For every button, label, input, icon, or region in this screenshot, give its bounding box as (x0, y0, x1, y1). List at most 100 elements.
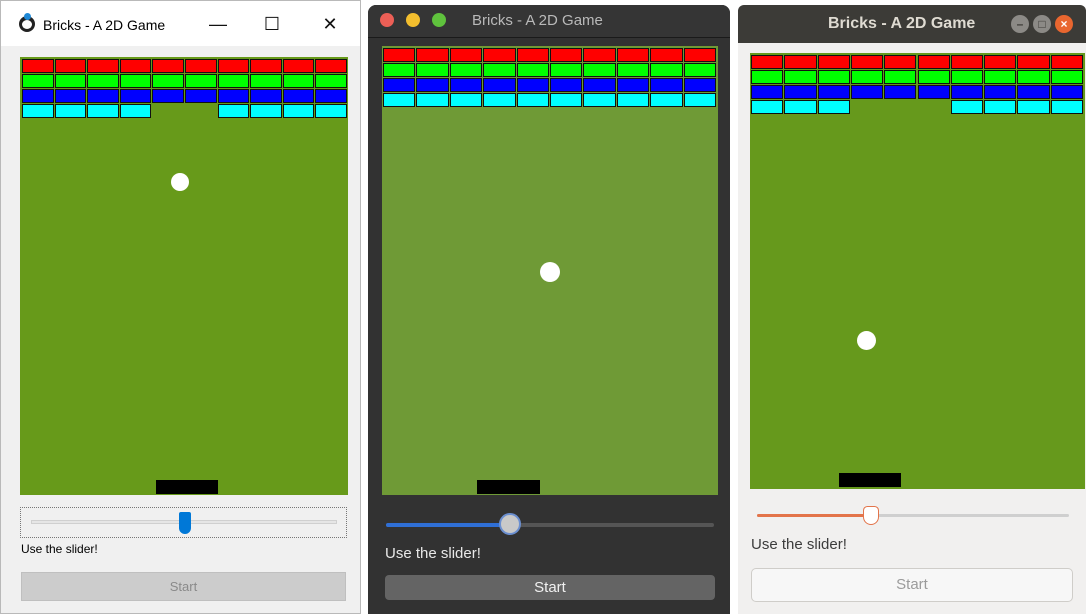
brick-green (250, 74, 282, 88)
brick-cyan (1050, 100, 1083, 114)
brick-red (119, 59, 152, 73)
game-field (382, 46, 718, 495)
start-button[interactable]: Start (751, 568, 1073, 602)
window-title: Bricks - A 2D Game (472, 12, 603, 29)
brick-blue (751, 85, 784, 99)
ball (540, 262, 560, 282)
brick-cyan (650, 93, 683, 107)
brick-green (315, 74, 347, 88)
close-button[interactable] (380, 13, 394, 27)
brick-blue (217, 89, 250, 103)
brick-cyan (950, 100, 984, 114)
brick-green (616, 63, 650, 77)
brick-green (817, 70, 850, 84)
brick-blue (250, 89, 282, 103)
brick-green (22, 74, 54, 88)
brick-cyan (449, 93, 483, 107)
brick-blue (917, 85, 950, 99)
paddle-slider[interactable] (20, 507, 347, 538)
slider-thumb[interactable] (179, 512, 191, 534)
brick-red (282, 59, 315, 73)
minimize-button[interactable]: — (195, 7, 241, 41)
zoom-button[interactable] (432, 13, 446, 27)
brick-green (483, 63, 516, 77)
slider-thumb[interactable] (863, 506, 879, 525)
brick-red (315, 59, 347, 73)
brick-cyan (984, 100, 1017, 114)
brick-blue (1017, 85, 1050, 99)
brick-cyan (54, 104, 87, 118)
brick-green (152, 74, 184, 88)
title-bar[interactable]: Bricks - A 2D Game — ☐ ✕ (1, 1, 360, 46)
brick-green (950, 70, 984, 84)
brick-green (416, 63, 449, 77)
brick-green (54, 74, 87, 88)
brick-green (550, 63, 583, 77)
brick-blue (119, 89, 152, 103)
start-button[interactable]: Start (385, 575, 715, 600)
brick-green (884, 70, 917, 84)
title-bar[interactable]: Bricks - A 2D Game – □ × (738, 5, 1086, 43)
paddle (839, 473, 901, 487)
brick-green (87, 74, 119, 88)
brick-red (383, 48, 416, 62)
brick-cyan (817, 100, 850, 114)
brick-blue (416, 78, 449, 92)
brick-cyan (683, 93, 716, 107)
game-field (750, 53, 1085, 489)
brick-cyan (784, 100, 817, 114)
brick-cyan (250, 104, 282, 118)
brick-green (185, 74, 217, 88)
brick-cyan (516, 93, 549, 107)
brick-green (583, 63, 616, 77)
close-button[interactable]: × (1055, 15, 1073, 33)
close-button[interactable]: ✕ (307, 7, 353, 41)
brick-red (884, 55, 917, 69)
title-bar[interactable]: Bricks - A 2D Game (368, 5, 730, 38)
brick-cyan (583, 93, 616, 107)
brick-blue (850, 85, 884, 99)
brick-green (784, 70, 817, 84)
brick-green (917, 70, 950, 84)
minimize-button[interactable]: – (1011, 15, 1029, 33)
slider-hint: Use the slider! (21, 542, 98, 556)
brick-blue (583, 78, 616, 92)
ball (857, 331, 876, 350)
windows-game-window: Bricks - A 2D Game — ☐ ✕ Use the slider!… (0, 0, 361, 614)
start-button[interactable]: Start (21, 572, 346, 601)
brick-cyan (1017, 100, 1050, 114)
window-title: Bricks - A 2D Game (828, 15, 976, 32)
slider-hint: Use the slider! (385, 545, 481, 562)
paddle (156, 480, 218, 494)
brick-green (984, 70, 1017, 84)
brick-green (516, 63, 549, 77)
maximize-button[interactable]: ☐ (249, 7, 295, 41)
brick-cyan (616, 93, 650, 107)
brick-blue (54, 89, 87, 103)
brick-blue (152, 89, 184, 103)
brick-blue (616, 78, 650, 92)
brick-red (1017, 55, 1050, 69)
brick-cyan (22, 104, 54, 118)
brick-blue (315, 89, 347, 103)
brick-green (383, 63, 416, 77)
paddle (477, 480, 540, 494)
ubuntu-game-window: Bricks - A 2D Game – □ × Use the slider!… (738, 5, 1086, 614)
brick-red (616, 48, 650, 62)
brick-red (250, 59, 282, 73)
maximize-button[interactable]: □ (1033, 15, 1051, 33)
brick-blue (784, 85, 817, 99)
brick-green (449, 63, 483, 77)
brick-red (185, 59, 217, 73)
brick-blue (282, 89, 315, 103)
brick-blue (950, 85, 984, 99)
brick-red (751, 55, 784, 69)
brick-red (984, 55, 1017, 69)
slider-thumb[interactable] (499, 513, 521, 535)
brick-red (950, 55, 984, 69)
minimize-button[interactable] (406, 13, 420, 27)
brick-cyan (282, 104, 315, 118)
slider-fill (386, 523, 512, 527)
brick-red (583, 48, 616, 62)
brick-blue (383, 78, 416, 92)
